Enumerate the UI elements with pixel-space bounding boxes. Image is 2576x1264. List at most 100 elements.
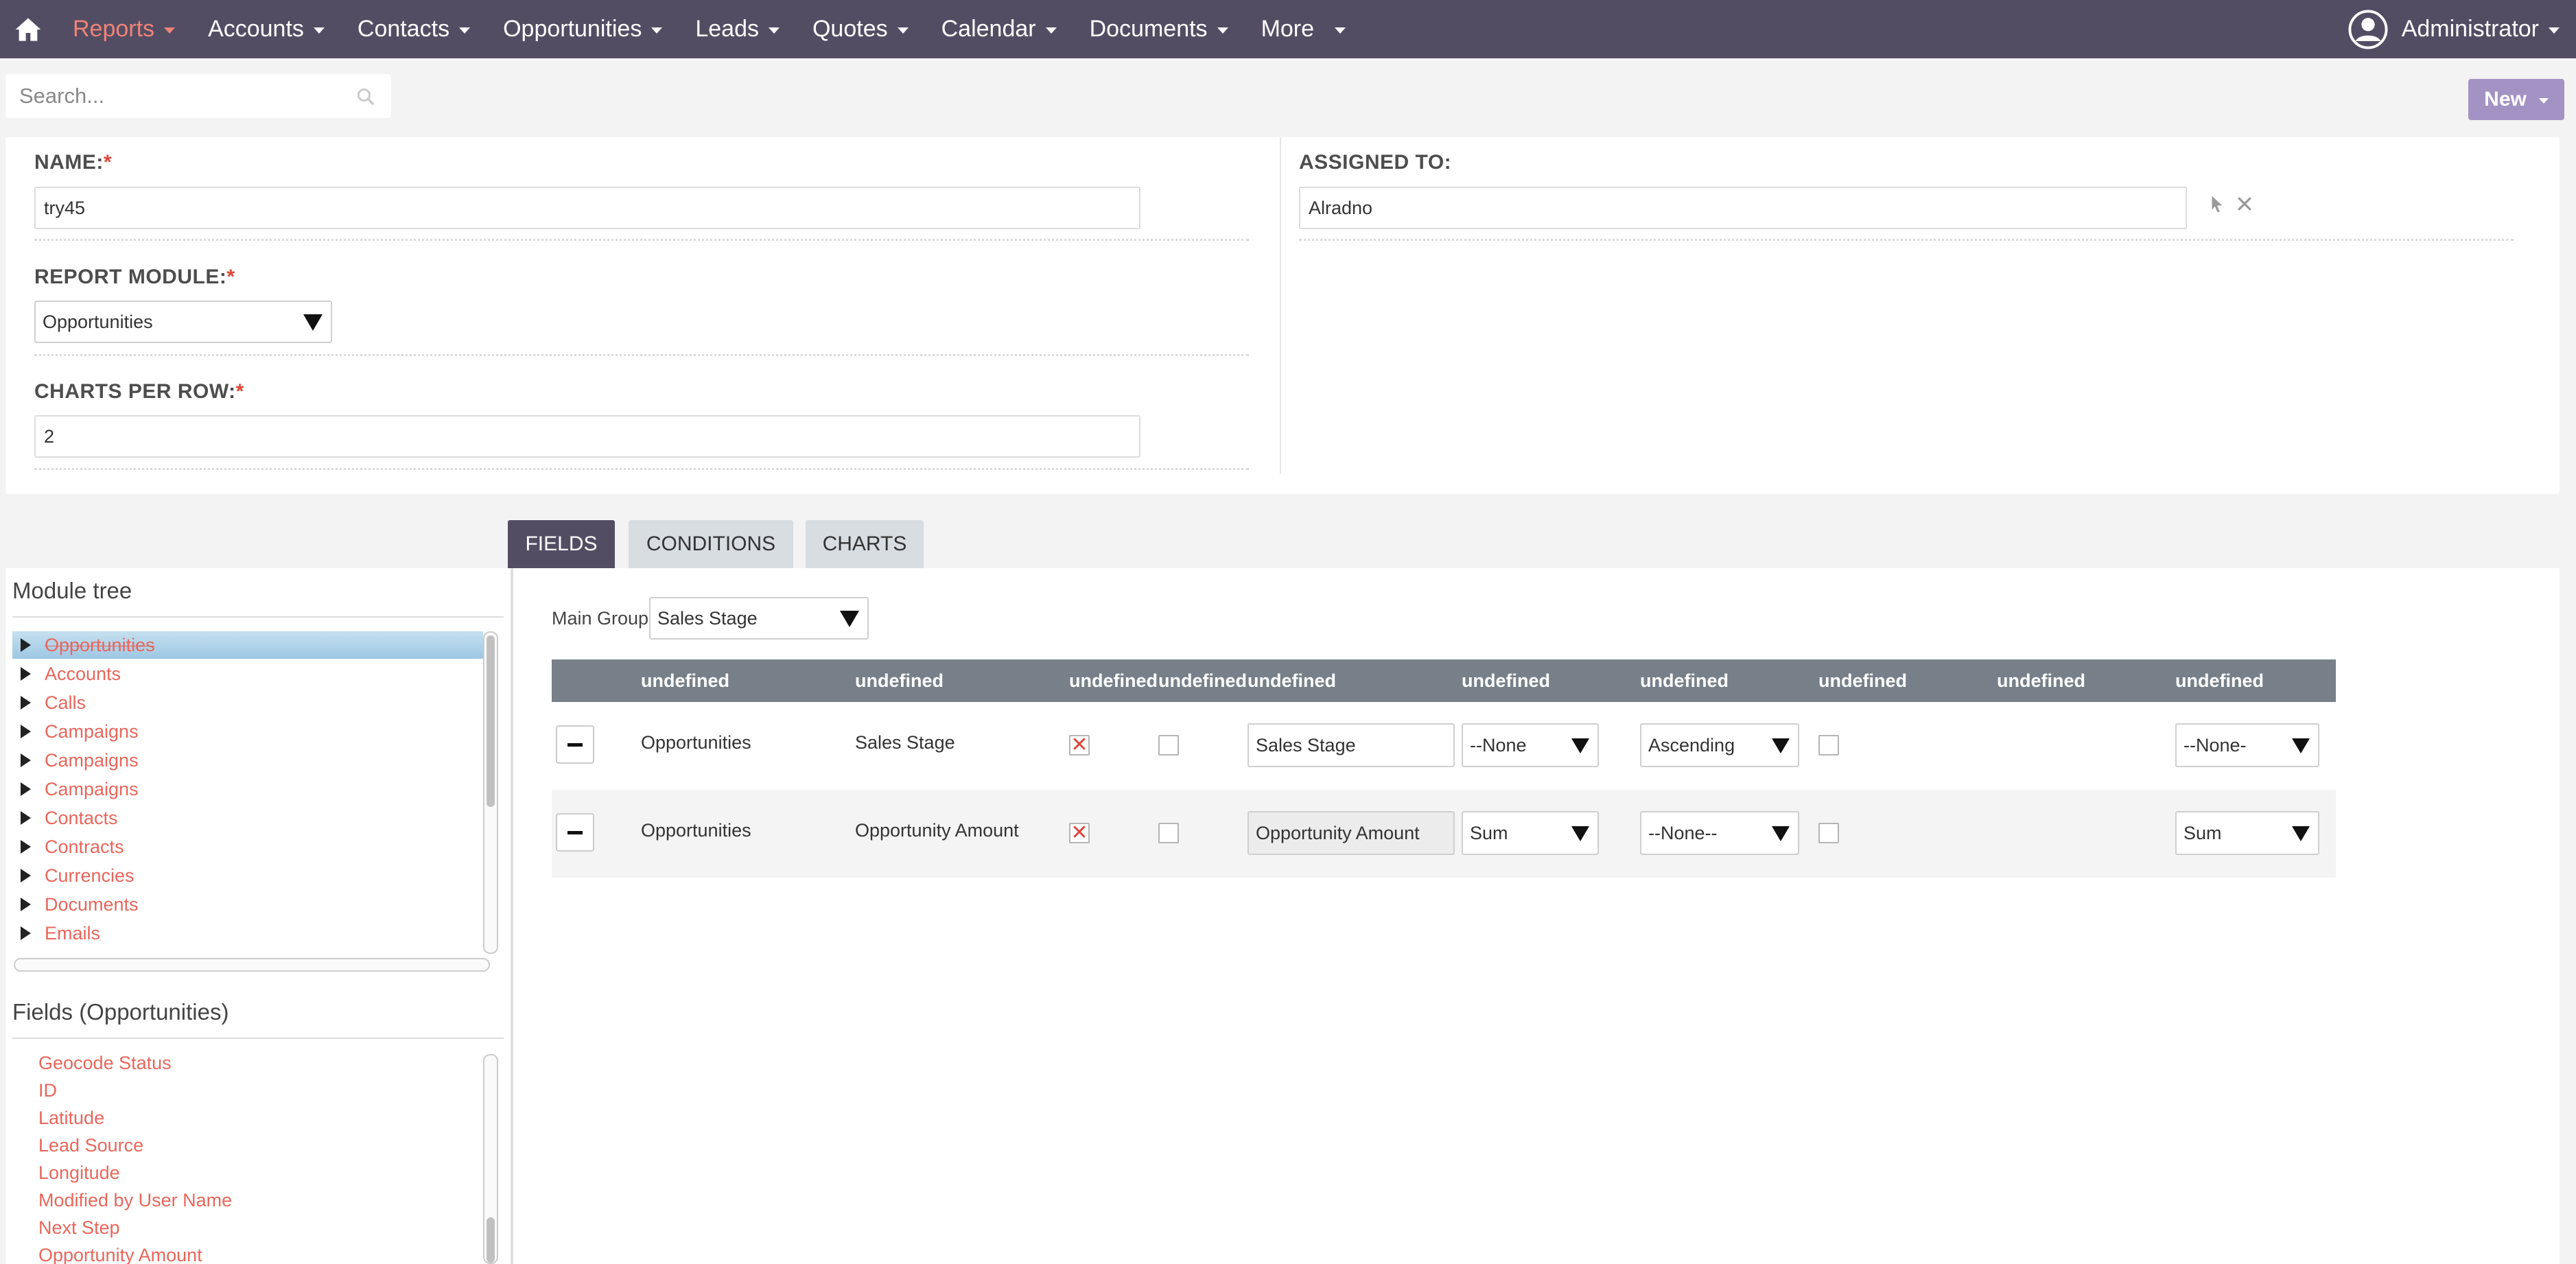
dropdown-arrow-icon xyxy=(1772,826,1790,841)
column-header: undefined xyxy=(1248,670,1336,691)
tab-fields[interactable]: FIELDS xyxy=(508,520,615,568)
field-item[interactable]: Next Step xyxy=(38,1217,120,1239)
column-header: undefined xyxy=(641,670,729,691)
field-item[interactable]: Opportunity Amount xyxy=(38,1245,202,1264)
field-separator xyxy=(34,354,1249,356)
search-input[interactable]: Search... xyxy=(5,74,391,118)
column-header: undefined xyxy=(1069,670,1158,691)
tab-charts[interactable]: CHARTS xyxy=(806,520,924,568)
row-module: Opportunities xyxy=(641,820,751,841)
tree-item[interactable]: Documents xyxy=(12,891,139,918)
scrollbar-thumb[interactable] xyxy=(487,635,495,807)
tab-fields-label: FIELDS xyxy=(525,532,598,555)
expand-arrow-icon[interactable] xyxy=(21,840,31,854)
nav-more[interactable]: More xyxy=(1245,0,1362,58)
field-item[interactable]: Latitude xyxy=(38,1108,104,1129)
module-tree-hscrollbar[interactable] xyxy=(14,958,490,972)
nav-reports[interactable]: Reports xyxy=(56,0,191,58)
tree-item[interactable]: Accounts xyxy=(12,660,121,688)
main-group-select[interactable]: Sales Stage xyxy=(649,597,869,640)
module-tree-scrollbar[interactable] xyxy=(483,631,498,954)
expand-arrow-icon[interactable] xyxy=(21,696,31,710)
group-checkbox[interactable] xyxy=(1818,823,1839,843)
home-icon[interactable] xyxy=(0,0,56,58)
field-item[interactable]: Geocode Status xyxy=(38,1053,172,1074)
user-menu[interactable]: Administrator xyxy=(2348,0,2560,58)
tree-item[interactable]: Campaigns xyxy=(12,775,139,803)
nav-opportunities[interactable]: Opportunities xyxy=(487,0,679,58)
expand-arrow-icon[interactable] xyxy=(21,725,31,738)
nav-documents[interactable]: Documents xyxy=(1073,0,1245,58)
display-checkbox[interactable]: ✕ xyxy=(1069,823,1090,843)
tree-item[interactable]: Contracts xyxy=(12,833,124,861)
expand-arrow-icon[interactable] xyxy=(21,638,31,652)
tab-conditions[interactable]: CONDITIONS xyxy=(629,520,793,568)
expand-arrow-icon[interactable] xyxy=(21,869,31,882)
display-checkbox[interactable]: ✕ xyxy=(1069,735,1090,756)
main-group-value: Sales Stage xyxy=(657,607,758,629)
field-item[interactable]: Lead Source xyxy=(38,1135,143,1156)
sort-select[interactable]: Ascending xyxy=(1640,723,1799,767)
expand-arrow-icon[interactable] xyxy=(21,811,31,825)
nav-accounts[interactable]: Accounts xyxy=(191,0,341,58)
divider xyxy=(12,616,504,618)
nav-leads[interactable]: Leads xyxy=(679,0,796,58)
chevron-down-icon xyxy=(768,27,780,34)
tree-item[interactable]: Emails xyxy=(12,920,100,947)
total-checkbox[interactable] xyxy=(1158,735,1179,756)
minus-icon xyxy=(567,830,583,834)
expand-arrow-icon[interactable] xyxy=(21,898,31,911)
tree-item-label: Contracts xyxy=(45,836,124,857)
total-checkbox[interactable] xyxy=(1158,823,1179,843)
assigned-to-field[interactable]: Alradno xyxy=(1299,187,2187,229)
tree-item[interactable]: Calls xyxy=(12,689,86,716)
clear-icon[interactable] xyxy=(2234,194,2255,214)
column-header: undefined xyxy=(1158,670,1247,691)
field-item[interactable]: ID xyxy=(38,1080,57,1101)
expand-arrow-icon[interactable] xyxy=(21,926,31,940)
fields-scrollbar[interactable] xyxy=(483,1054,498,1264)
tree-item[interactable]: Contacts xyxy=(12,804,118,832)
group-checkbox[interactable] xyxy=(1818,735,1839,756)
select-pointer-icon[interactable] xyxy=(2207,192,2227,215)
tree-item-label: Documents xyxy=(45,893,139,915)
group-function-select[interactable]: --None- xyxy=(2175,723,2319,767)
name-field[interactable]: try45 xyxy=(34,187,1140,229)
expand-arrow-icon[interactable] xyxy=(21,753,31,767)
chevron-down-icon xyxy=(1335,27,1346,34)
expand-arrow-icon[interactable] xyxy=(21,667,31,681)
label-input[interactable]: Sales Stage xyxy=(1248,723,1455,767)
dropdown-arrow-icon xyxy=(1772,738,1790,753)
nav-reports-label: Reports xyxy=(73,16,155,42)
tree-item[interactable]: Campaigns xyxy=(12,747,139,774)
group-function-select[interactable]: Sum xyxy=(2175,811,2319,855)
sort-select[interactable]: --None-- xyxy=(1640,811,1799,855)
function-select-value: --None xyxy=(1470,734,1527,756)
search-icon[interactable] xyxy=(355,86,376,107)
report-module-select[interactable]: Opportunities xyxy=(34,301,332,343)
nav-contacts[interactable]: Contacts xyxy=(341,0,487,58)
new-button[interactable]: New xyxy=(2468,79,2564,120)
scrollbar-thumb[interactable] xyxy=(487,1217,495,1263)
column-header: undefined xyxy=(855,670,944,691)
fields-tab-content: Main Group: Sales Stage undefined undefi… xyxy=(513,568,2560,1264)
function-select[interactable]: Sum xyxy=(1462,811,1599,855)
tree-item[interactable]: Campaigns xyxy=(12,718,139,745)
tree-item[interactable]: Currencies xyxy=(12,862,134,889)
field-item[interactable]: Longitude xyxy=(38,1162,120,1184)
function-select[interactable]: --None xyxy=(1462,723,1599,767)
remove-row-button[interactable] xyxy=(556,813,594,852)
tree-item[interactable]: Opportunities xyxy=(12,631,483,659)
checked-x-icon: ✕ xyxy=(1070,821,1088,844)
column-header: undefined xyxy=(1640,670,1729,691)
expand-arrow-icon[interactable] xyxy=(21,782,31,796)
name-label: NAME:* xyxy=(34,151,113,174)
charts-per-row-field[interactable]: 2 xyxy=(34,415,1140,458)
remove-row-button[interactable] xyxy=(556,725,594,764)
label-input[interactable]: Opportunity Amount xyxy=(1248,811,1455,855)
nav-quotes[interactable]: Quotes xyxy=(796,0,925,58)
field-item[interactable]: Modified by User Name xyxy=(38,1190,232,1211)
nav-calendar[interactable]: Calendar xyxy=(925,0,1073,58)
dropdown-arrow-icon xyxy=(840,611,859,627)
user-avatar-icon xyxy=(2348,9,2388,49)
